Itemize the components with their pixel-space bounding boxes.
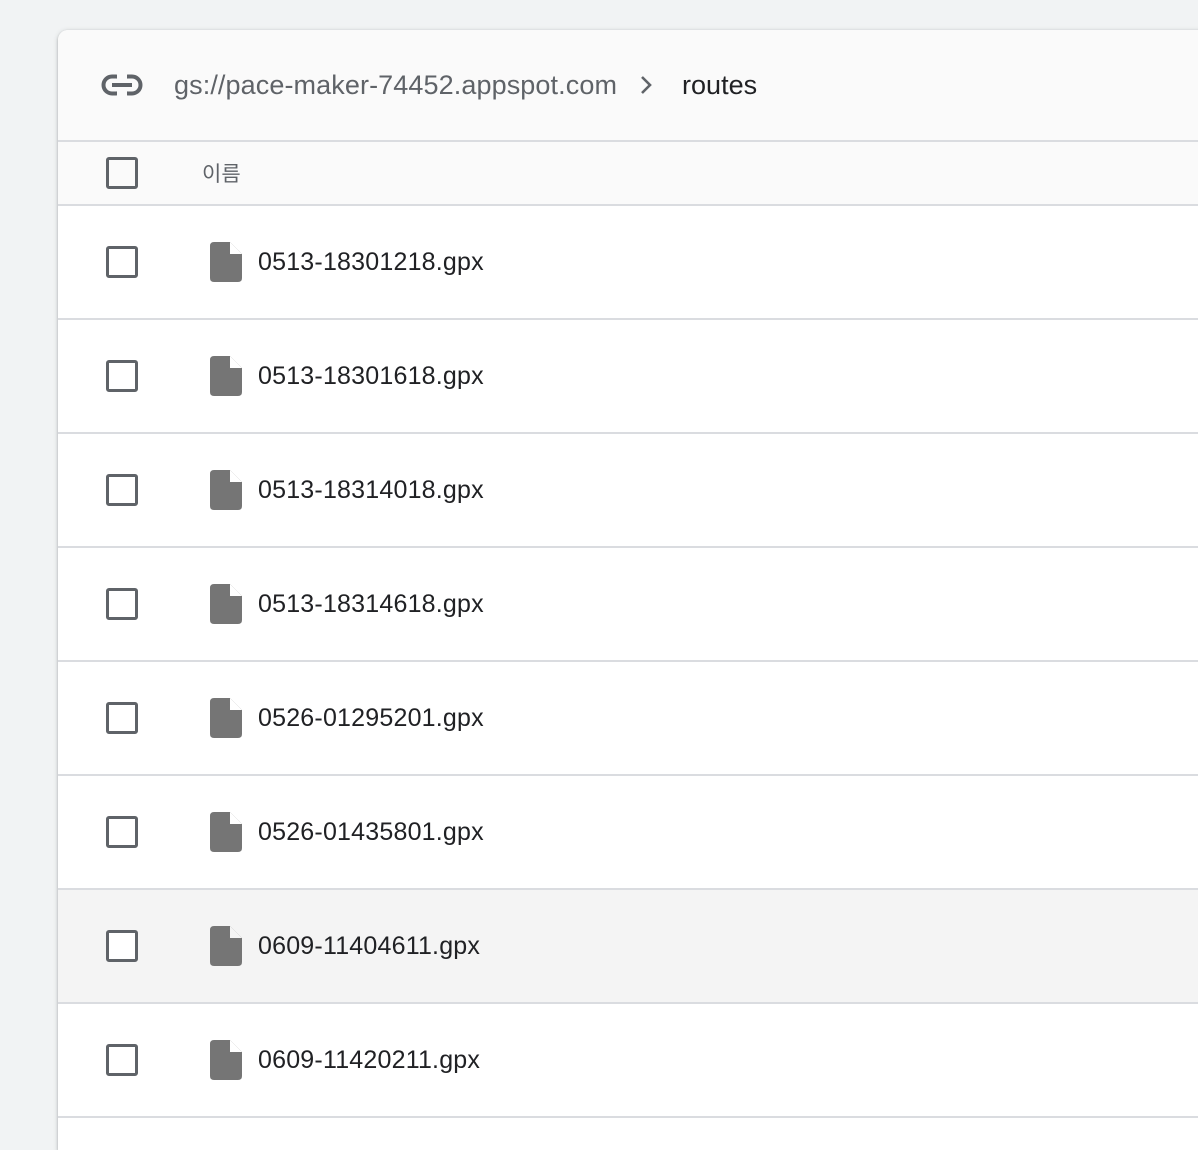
column-header-name[interactable]: 이름 [202, 158, 241, 188]
table-row[interactable]: 0609-11404611.gpx [58, 890, 1198, 1004]
table-row[interactable]: 0609-11420211.gpx [58, 1004, 1198, 1118]
breadcrumb-bucket-link[interactable]: gs://pace-maker-74452.appspot.com [174, 70, 617, 101]
file-icon [210, 812, 242, 852]
row-checkbox[interactable] [106, 702, 138, 734]
row-checkbox[interactable] [106, 930, 138, 962]
file-name[interactable]: 0513-18301218.gpx [258, 248, 484, 277]
link-icon[interactable] [101, 73, 143, 97]
file-name[interactable]: 0609-11404611.gpx [258, 932, 480, 961]
file-name[interactable]: 0526-01435801.gpx [258, 818, 484, 847]
row-checkbox[interactable] [106, 1044, 138, 1076]
file-icon [210, 926, 242, 966]
table-row[interactable]: 0513-18314018.gpx [58, 434, 1198, 548]
table-header: 이름 [58, 142, 1198, 206]
file-name[interactable]: 0513-18301618.gpx [258, 362, 484, 391]
file-icon [210, 698, 242, 738]
row-checkbox[interactable] [106, 246, 138, 278]
file-icon [210, 356, 242, 396]
table-row[interactable]: 0526-01295201.gpx [58, 662, 1198, 776]
row-checkbox[interactable] [106, 360, 138, 392]
table-row[interactable]: 0526-01435801.gpx [58, 776, 1198, 890]
chevron-right-icon [640, 73, 658, 97]
file-name[interactable]: 0609-11420211.gpx [258, 1046, 480, 1075]
table-row[interactable]: 0513-18314618.gpx [58, 548, 1198, 662]
file-icon [210, 1040, 242, 1080]
breadcrumb: gs://pace-maker-74452.appspot.com routes [58, 30, 1198, 142]
row-checkbox[interactable] [106, 588, 138, 620]
file-icon [210, 584, 242, 624]
file-icon [210, 242, 242, 282]
file-list: 0513-18301218.gpx 0513-18301618.gpx 0513… [58, 206, 1198, 1118]
breadcrumb-current-folder: routes [682, 69, 758, 100]
file-icon [210, 470, 242, 510]
file-browser-panel: gs://pace-maker-74452.appspot.com routes… [58, 30, 1198, 1150]
file-name[interactable]: 0513-18314618.gpx [258, 590, 484, 619]
select-all-checkbox[interactable] [106, 157, 138, 189]
row-checkbox[interactable] [106, 474, 138, 506]
table-row[interactable]: 0513-18301618.gpx [58, 320, 1198, 434]
file-name[interactable]: 0513-18314018.gpx [258, 476, 484, 505]
row-checkbox[interactable] [106, 816, 138, 848]
table-row[interactable]: 0513-18301218.gpx [58, 206, 1198, 320]
file-name[interactable]: 0526-01295201.gpx [258, 704, 484, 733]
